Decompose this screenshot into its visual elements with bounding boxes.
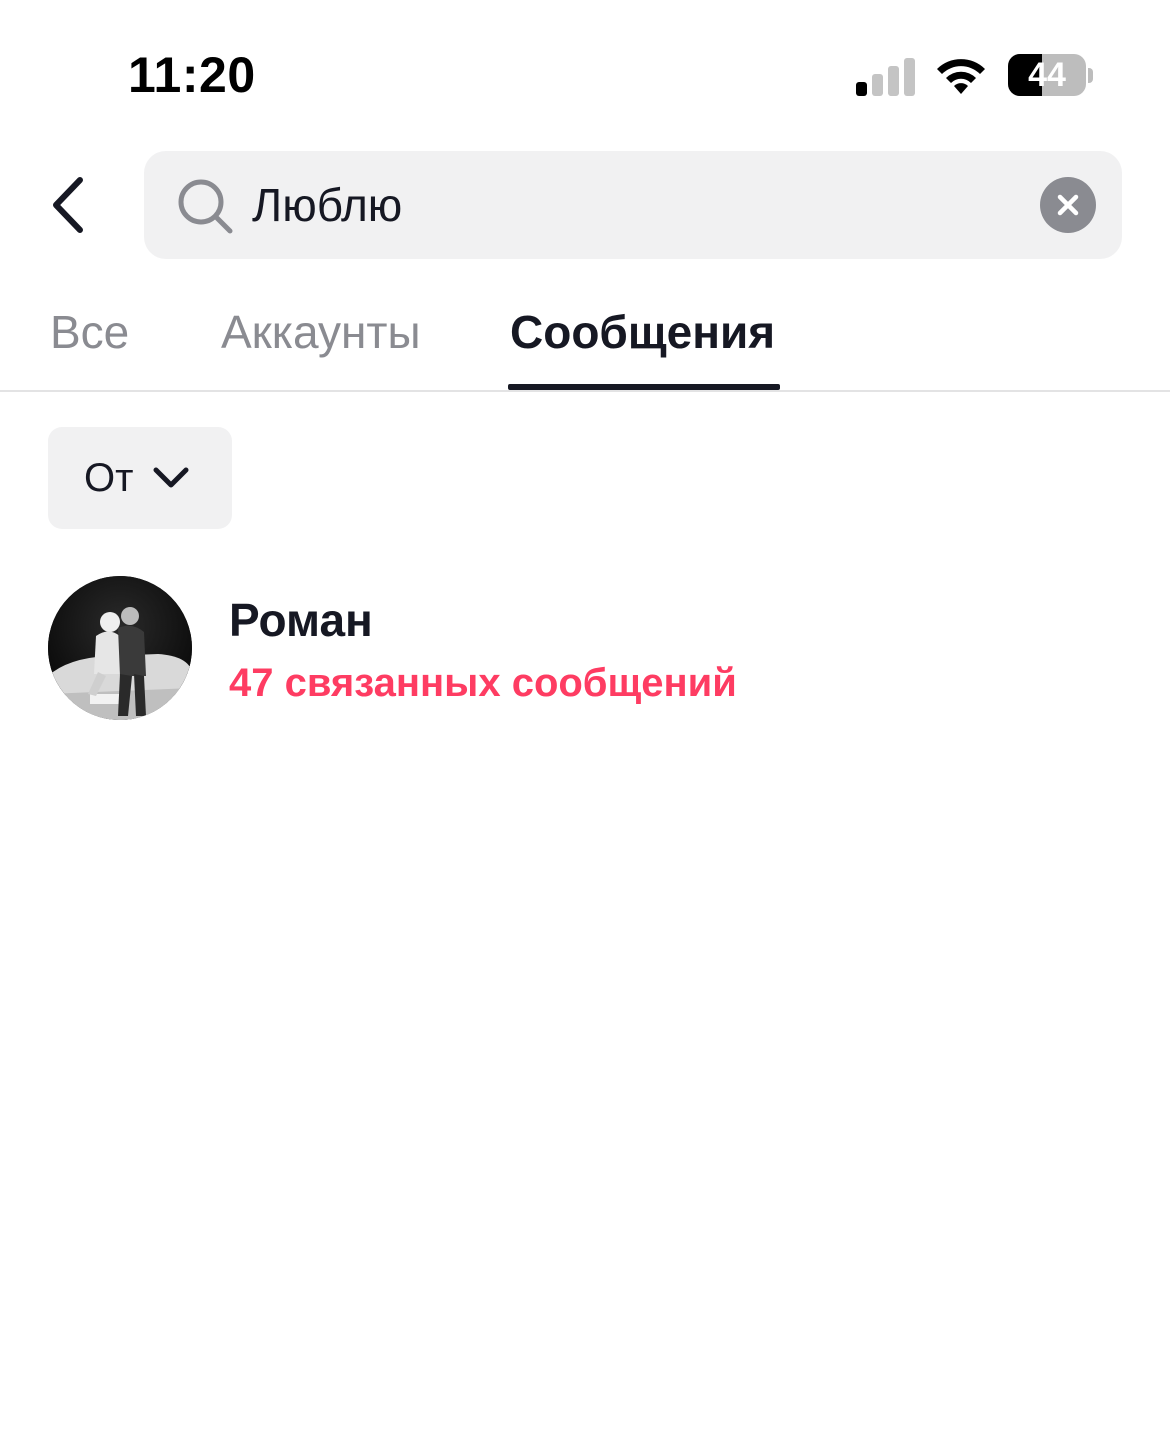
filter-label: От [84, 456, 134, 500]
status-bar: 11:20 44 [0, 0, 1170, 130]
battery-tip [1088, 68, 1093, 83]
avatar [48, 576, 192, 720]
chevron-left-icon [53, 177, 83, 233]
result-message-count: 47 связанных сообщений [229, 661, 737, 705]
avatar-photo-icon [48, 576, 192, 720]
search-bar[interactable] [144, 151, 1122, 259]
back-button[interactable] [36, 170, 100, 240]
tab-accounts[interactable]: Аккаунты [221, 304, 421, 360]
tab-all[interactable]: Все [50, 304, 129, 360]
from-filter-dropdown[interactable]: От [48, 427, 232, 529]
close-icon [1057, 194, 1079, 216]
clear-search-button[interactable] [1040, 177, 1096, 233]
search-icon [178, 179, 233, 234]
result-name: Роман [229, 594, 373, 646]
cellular-signal-icon [856, 56, 916, 96]
battery-level: 44 [1028, 56, 1066, 94]
list-item[interactable]: Роман 47 связанных сообщений [48, 576, 1128, 722]
active-tab-indicator [508, 384, 780, 390]
status-time: 11:20 [128, 47, 256, 103]
tab-messages[interactable]: Сообщения [510, 304, 775, 360]
search-input[interactable] [252, 175, 1012, 235]
chevron-down-icon [153, 467, 189, 488]
wifi-icon [937, 59, 985, 94]
battery-icon: 44 [1008, 54, 1086, 96]
search-tabs: Все Аккаунты Сообщения [0, 290, 1170, 392]
